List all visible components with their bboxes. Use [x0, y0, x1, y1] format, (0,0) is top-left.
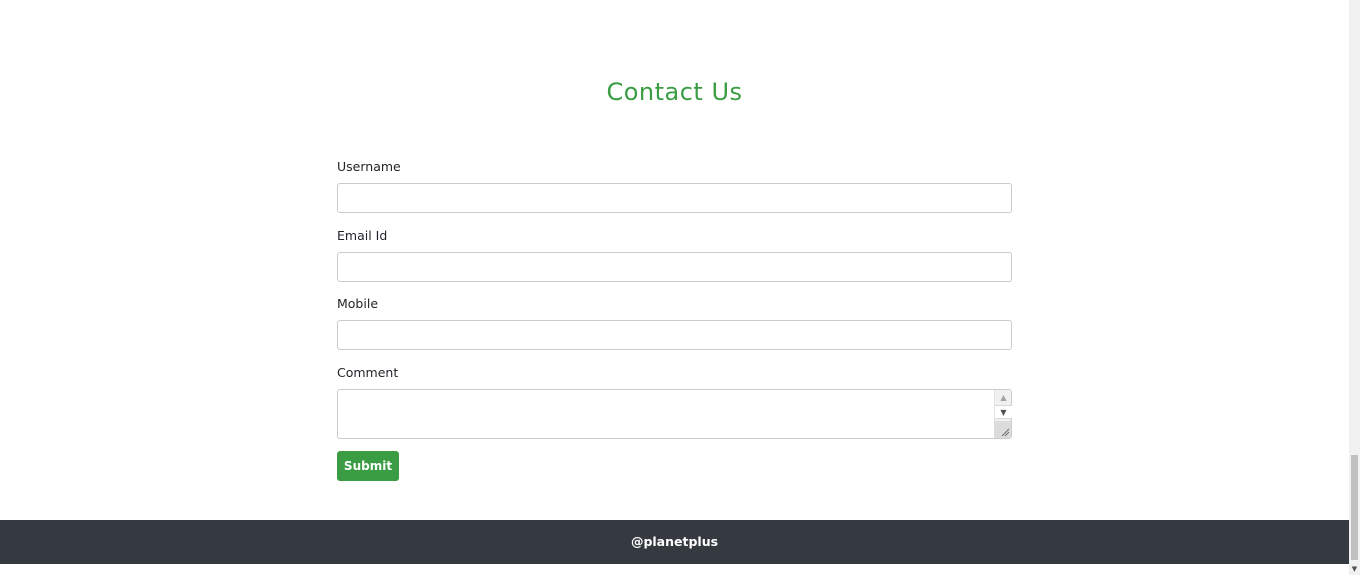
- page-scroll-down-icon[interactable]: ▼: [1349, 563, 1360, 575]
- comment-label: Comment: [337, 365, 399, 380]
- comment-box: ▲ ▼: [337, 389, 1012, 439]
- footer-handle: @planetplus: [630, 534, 719, 549]
- username-label: Username: [337, 159, 401, 174]
- comment-group: Comment ▲ ▼: [337, 364, 1012, 439]
- email-label: Email Id: [337, 228, 388, 243]
- email-input[interactable]: [337, 252, 1012, 282]
- page: Contact Us Username Email Id Mobile Comm…: [0, 0, 1349, 575]
- scroll-up-icon[interactable]: ▲: [995, 391, 1012, 405]
- comment-textarea[interactable]: [338, 390, 994, 438]
- page-scrollbar-thumb[interactable]: [1351, 455, 1358, 560]
- page-scrollbar[interactable]: ▼: [1349, 0, 1360, 575]
- mobile-group: Mobile: [337, 295, 1012, 350]
- page-title: Contact Us: [606, 78, 743, 106]
- footer: @planetplus: [0, 520, 1349, 564]
- resize-grip-icon[interactable]: [994, 421, 1011, 438]
- mobile-input[interactable]: [337, 320, 1012, 350]
- mobile-label: Mobile: [337, 296, 379, 311]
- username-input[interactable]: [337, 183, 1012, 213]
- email-group: Email Id: [337, 227, 1012, 282]
- username-group: Username: [337, 158, 1012, 213]
- comment-scrollbar[interactable]: ▲ ▼: [994, 390, 1012, 438]
- submit-button[interactable]: Submit: [337, 451, 399, 481]
- scroll-down-icon[interactable]: ▼: [995, 405, 1012, 419]
- page-bottom-spacer: [0, 564, 1349, 575]
